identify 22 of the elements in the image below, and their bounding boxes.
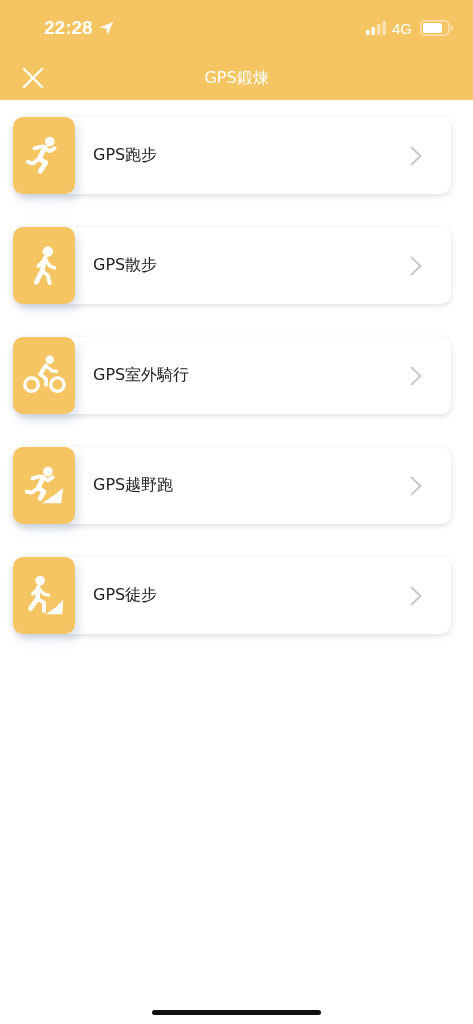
chevron-right-icon bbox=[410, 145, 422, 166]
workout-label: GPS越野跑 bbox=[93, 475, 175, 496]
close-icon[interactable] bbox=[22, 67, 44, 89]
workout-label: GPS散步 bbox=[93, 255, 159, 276]
workout-label: GPS徒步 bbox=[93, 585, 159, 606]
workout-card[interactable]: GPS跑步 bbox=[13, 117, 451, 194]
workout-card[interactable]: GPS散步 bbox=[13, 227, 451, 304]
signal-icon bbox=[366, 21, 386, 35]
nav-title: GPS鍛煉 bbox=[204, 67, 269, 89]
battery-icon bbox=[420, 20, 453, 36]
chevron-right-icon bbox=[410, 255, 422, 276]
workout-label: GPS室外騎行 bbox=[93, 365, 191, 386]
chevron-right-icon bbox=[410, 475, 422, 496]
status-time: 22:28 bbox=[44, 17, 93, 39]
chevron-right-icon bbox=[410, 365, 422, 386]
location-arrow-icon bbox=[98, 20, 114, 36]
network-label: 4G bbox=[392, 19, 412, 37]
chevron-right-icon bbox=[410, 585, 422, 606]
workout-card[interactable]: GPS越野跑 bbox=[13, 447, 451, 524]
workout-card[interactable]: GPS室外騎行 bbox=[13, 337, 451, 414]
workout-label: GPS跑步 bbox=[93, 145, 159, 166]
workout-card[interactable]: GPS徒步 bbox=[13, 557, 451, 634]
